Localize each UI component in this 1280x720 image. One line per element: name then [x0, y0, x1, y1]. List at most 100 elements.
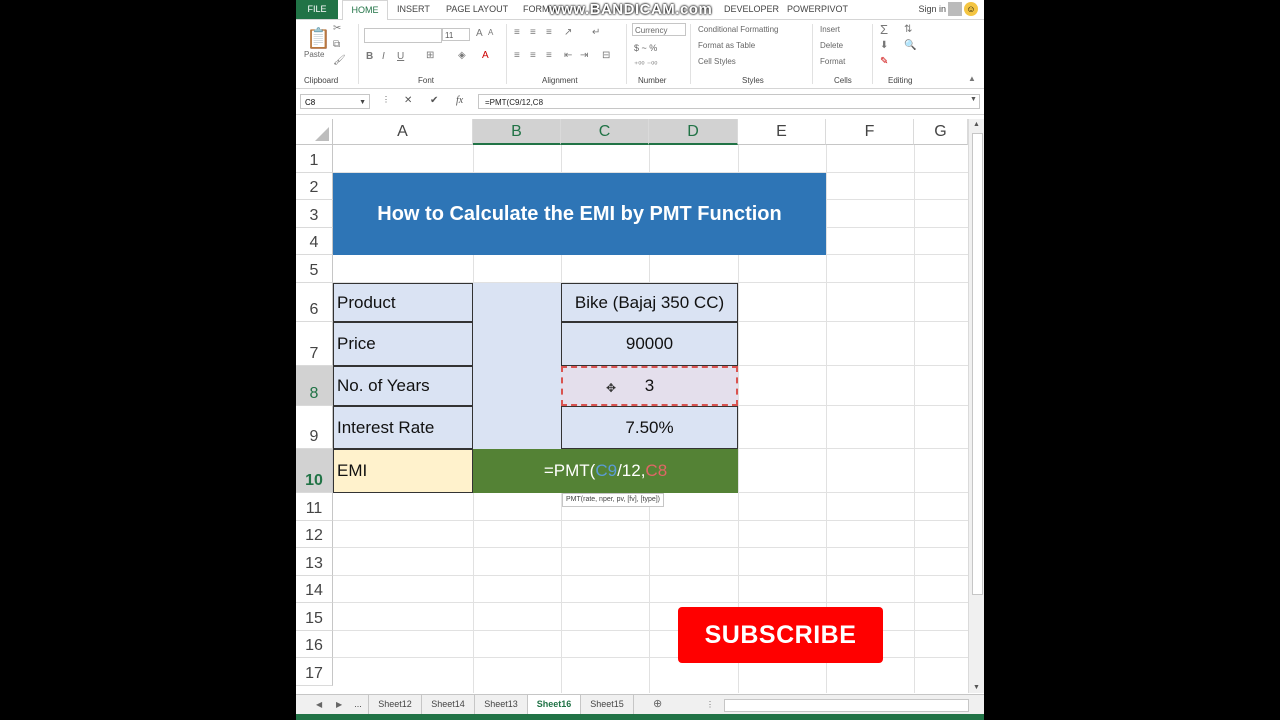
row-header-10[interactable]: 10 [296, 449, 333, 493]
cancel-icon[interactable]: ✕ [404, 95, 412, 106]
scroll-up-icon[interactable]: ▲ [973, 121, 980, 128]
row-header-3[interactable]: 3 [296, 200, 333, 228]
cell-b10-formula[interactable]: =PMT(C9/12, C8 [473, 449, 738, 493]
fill-color-icon[interactable]: ◈ [458, 50, 466, 61]
increase-font-icon[interactable]: A [476, 28, 483, 39]
column-header-b[interactable]: B [473, 119, 561, 145]
insert-cells-button[interactable]: Insert [820, 25, 840, 34]
copy-icon[interactable]: ⧉ [333, 39, 340, 50]
expand-formula-icon[interactable]: ▼ [970, 96, 977, 103]
subscribe-button[interactable]: SUBSCRIBE [678, 607, 883, 663]
paste-icon[interactable]: 📋 [306, 26, 331, 51]
column-header-e[interactable]: E [738, 119, 826, 145]
sheet-tab-sheet16[interactable]: Sheet16 [528, 695, 581, 716]
font-name-box[interactable] [364, 28, 442, 43]
conditional-formatting-button[interactable]: Conditional Formatting [698, 25, 778, 34]
name-box[interactable]: C8 ▼ [300, 94, 370, 109]
column-header-f[interactable]: F [826, 119, 914, 145]
delete-cells-button[interactable]: Delete [820, 41, 843, 50]
row-header-11[interactable]: 11 [296, 493, 333, 521]
insert-function-icon[interactable]: fx [456, 95, 463, 106]
worksheet-grid[interactable]: A B C D E F G 1 2 3 4 5 6 7 8 9 10 11 12… [296, 119, 968, 693]
row-header-15[interactable]: 15 [296, 603, 333, 631]
sheet-tab-more[interactable]: ... [348, 695, 369, 714]
cut-icon[interactable]: ✂ [333, 23, 341, 34]
row-header-12[interactable]: 12 [296, 521, 333, 548]
row-header-7[interactable]: 7 [296, 322, 333, 366]
decrease-font-icon[interactable]: A [488, 28, 493, 37]
sort-filter-icon[interactable]: ⇅ [904, 24, 912, 35]
format-cells-button[interactable]: Format [820, 57, 845, 66]
align-left-icon[interactable]: ≡ [514, 50, 520, 61]
sheet-tab-sheet13[interactable]: Sheet13 [475, 695, 528, 714]
chevron-down-icon[interactable]: ▼ [359, 95, 366, 110]
font-size-box[interactable]: 11 [442, 28, 470, 41]
merge-center-icon[interactable]: ⊟ [602, 50, 610, 61]
decimal-icon[interactable]: ⁺⁰⁰ ⁻⁰⁰ [634, 60, 658, 69]
middle-align-icon[interactable]: ≡ [530, 27, 536, 38]
align-right-icon[interactable]: ≡ [546, 50, 552, 61]
fill-icon[interactable]: ⬇ [880, 40, 888, 51]
row-header-1[interactable]: 1 [296, 145, 333, 173]
row-header-2[interactable]: 2 [296, 173, 333, 200]
orientation-icon[interactable]: ↗ [564, 27, 572, 38]
row-header-4[interactable]: 4 [296, 228, 333, 255]
cell-c8[interactable]: 3 [561, 366, 738, 406]
tab-insert[interactable]: INSERT [397, 0, 430, 19]
top-align-icon[interactable]: ≡ [514, 27, 520, 38]
column-header-d[interactable]: D [649, 119, 738, 145]
clear-icon[interactable]: ✎ [880, 56, 888, 67]
column-header-c[interactable]: C [561, 119, 649, 145]
row-header-6[interactable]: 6 [296, 283, 333, 322]
row-header-14[interactable]: 14 [296, 576, 333, 603]
user-avatar-icon[interactable] [948, 2, 962, 16]
cell-b6-b9[interactable] [473, 283, 561, 449]
row-header-13[interactable]: 13 [296, 548, 333, 576]
cell-c9[interactable]: 7.50% [561, 406, 738, 449]
wrap-text-icon[interactable]: ↵ [592, 27, 600, 38]
horizontal-scrollbar[interactable] [724, 699, 969, 712]
font-color-icon[interactable]: A [482, 50, 489, 61]
enter-icon[interactable]: ✔ [430, 95, 438, 106]
paste-button[interactable]: Paste [304, 50, 324, 59]
column-header-g[interactable]: G [914, 119, 968, 145]
tab-file[interactable]: FILE [296, 0, 338, 19]
row-header-8[interactable]: 8 [296, 366, 333, 406]
sheet-tab-sheet14[interactable]: Sheet14 [422, 695, 475, 714]
cell-a9[interactable]: Interest Rate [333, 406, 473, 449]
tab-powerpivot[interactable]: POWERPIVOT [787, 0, 848, 19]
next-sheet-icon[interactable]: ▶ [336, 695, 342, 714]
cell-a6[interactable]: Product [333, 283, 473, 322]
tab-developer[interactable]: DEVELOPER [724, 0, 779, 19]
tab-page-layout[interactable]: PAGE LAYOUT [446, 0, 508, 19]
vertical-scroll-thumb[interactable] [972, 133, 983, 595]
sign-in-link[interactable]: Sign in [918, 0, 946, 19]
cell-a8[interactable]: No. of Years [333, 366, 473, 406]
tab-split-handle[interactable]: ⋮ [706, 695, 714, 714]
collapse-ribbon-icon[interactable]: ▲ [968, 74, 976, 83]
select-all-button[interactable] [296, 119, 333, 145]
italic-icon[interactable]: I [382, 51, 385, 62]
row-header-16[interactable]: 16 [296, 631, 333, 658]
increase-indent-icon[interactable]: ⇥ [580, 50, 588, 61]
column-header-a[interactable]: A [333, 119, 473, 145]
feedback-smiley-icon[interactable]: ☺ [964, 2, 978, 16]
row-header-5[interactable]: 5 [296, 255, 333, 283]
cell-c7[interactable]: 90000 [561, 322, 738, 366]
cell-c6[interactable]: Bike (Bajaj 350 CC) [561, 283, 738, 322]
borders-icon[interactable]: ⊞ [426, 50, 434, 61]
bold-icon[interactable]: B [366, 51, 373, 62]
add-sheet-icon[interactable]: ⊕ [653, 695, 662, 714]
cell-styles-button[interactable]: Cell Styles [698, 57, 736, 66]
align-center-icon[interactable]: ≡ [530, 50, 536, 61]
scroll-down-icon[interactable]: ▼ [973, 684, 980, 691]
accounting-format-button[interactable]: $ ~ % [634, 43, 657, 53]
title-cell[interactable]: How to Calculate the EMI by PMT Function [333, 173, 826, 255]
vertical-scrollbar[interactable]: ▲ ▼ [968, 119, 984, 693]
underline-icon[interactable]: U [397, 51, 404, 62]
cell-a7[interactable]: Price [333, 322, 473, 366]
formula-input[interactable]: =PMT(C9/12,C8 [478, 94, 980, 109]
row-header-17[interactable]: 17 [296, 658, 333, 686]
cell-a10[interactable]: EMI [333, 449, 473, 493]
bottom-align-icon[interactable]: ≡ [546, 27, 552, 38]
